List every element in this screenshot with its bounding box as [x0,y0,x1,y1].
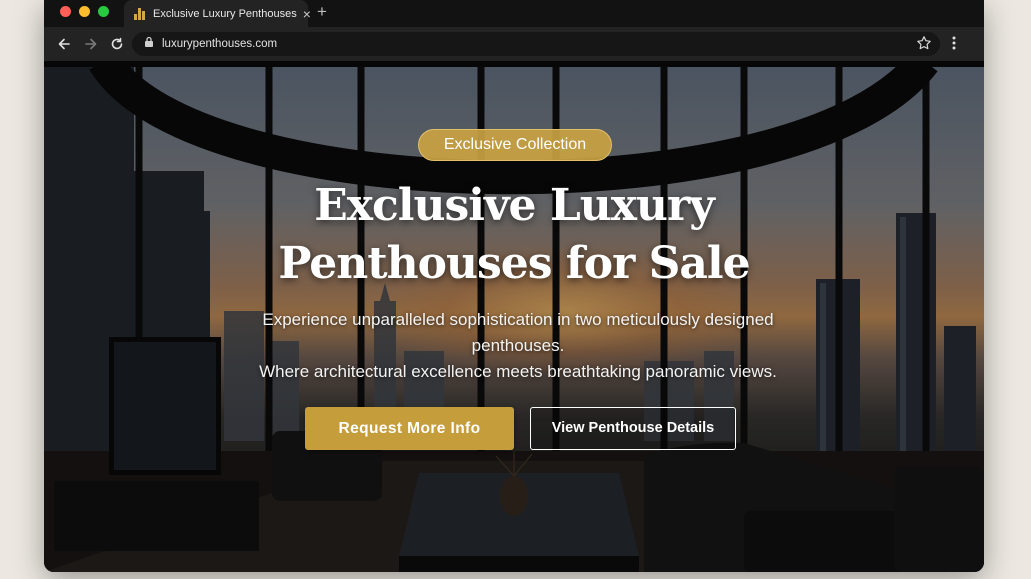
headline-line-2: Penthouses for Sale [278,238,750,289]
building-icon [134,7,145,20]
close-window-button[interactable] [60,6,71,17]
headline-line-1: Exclusive Luxury [314,180,715,231]
back-arrow-icon[interactable] [55,35,73,53]
reload-icon[interactable] [108,35,126,53]
hero-headline: Exclusive Luxury Penthouses for Sale [214,177,814,293]
more-menu-icon[interactable] [952,36,956,55]
browser-window: Exclusive Luxury Penthouses × + luxurype… [44,0,984,572]
collection-badge: Exclusive Collection [418,129,612,161]
browser-toolbar: luxurypenthouses.com [44,27,984,61]
page-viewport: Exclusive Collection Exclusive Luxury Pe… [44,61,984,572]
subtitle-line-2: penthouses. [471,336,565,355]
maximize-window-button[interactable] [98,6,109,17]
lock-icon [144,35,154,53]
view-details-button[interactable]: View Penthouse Details [530,407,736,450]
request-info-button[interactable]: Request More Info [305,407,514,450]
hero-section: Exclusive Collection Exclusive Luxury Pe… [44,61,984,572]
tab-strip: Exclusive Luxury Penthouses × + [44,0,984,27]
forward-arrow-icon[interactable] [82,35,100,53]
tab-active[interactable]: Exclusive Luxury Penthouses × [124,0,311,27]
url-text: luxurypenthouses.com [162,38,278,50]
tab-title: Exclusive Luxury Penthouses [153,7,297,20]
hero-subtitle: Experience unparalleled sophistication i… [244,307,792,385]
address-bar[interactable]: luxurypenthouses.com [132,32,940,56]
close-tab-icon[interactable]: × [303,7,311,21]
bookmark-star-icon[interactable] [916,35,932,56]
new-tab-icon[interactable]: + [317,3,327,20]
subtitle-line-3: Where architectural excellence meets bre… [259,362,777,381]
minimize-window-button[interactable] [79,6,90,17]
subtitle-line-1: Experience unparalleled sophistication i… [262,310,774,329]
